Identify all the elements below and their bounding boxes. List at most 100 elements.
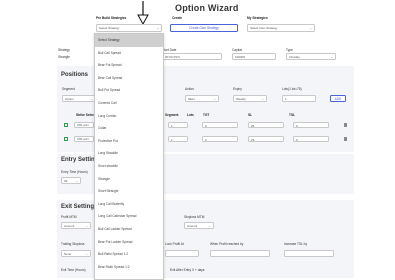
dropdown-option[interactable]: Bear Put Ladder Spread [95,236,163,249]
dropdown-option[interactable]: Bear Ratio Spread 1:2 [95,261,163,274]
dropdown-option[interactable]: Bull Call Spread [95,47,163,60]
lots-input[interactable]: 1 [282,95,316,102]
chevron-down-icon: ⌄ [156,25,159,30]
chevron-down-icon: ⌄ [85,251,88,256]
row2-tsl-input[interactable]: 0 [293,136,329,142]
entry-time-label: Entry Time (Hours) [61,170,88,174]
positions-heading: Positions [61,72,89,78]
row2-strike-select[interactable]: ATM point [74,136,94,142]
dropdown-option[interactable]: Covered Call [95,97,163,110]
page-title: Option Wizard [175,3,239,13]
start-date-input[interactable]: 00:00 (IST) [162,53,222,60]
profit-mtm-select[interactable]: Amount ⌄ [61,222,91,229]
exit-time-label: Exit Time (Hours) [61,268,86,272]
dropdown-option[interactable]: Protective Put [95,135,163,148]
stoploss-mtm-select[interactable]: Amount ⌄ [184,222,214,229]
chevron-down-icon: ⌄ [330,54,333,59]
lots-value: 1 [285,97,287,101]
type-value: Intraday [289,55,300,59]
dropdown-option[interactable]: Short straddle [95,160,163,173]
chevron-down-icon: ⌄ [309,25,312,30]
expiry-select[interactable]: Weekly ⌄ [233,95,267,102]
expiry-label: Expiry [233,87,242,91]
chevron-down-icon: ⌄ [90,96,93,101]
row1-delete-icon[interactable] [344,123,347,127]
my-strategies-select[interactable]: Select Own Strategy ⌄ [247,24,315,32]
stoploss-mtm-value: Amount [187,224,198,228]
row1-tsl-value: 0 [296,124,298,128]
row1-qty-input[interactable]: 1 [168,122,188,128]
chevron-down-icon: ⌄ [261,96,264,101]
trailing-stoploss-select[interactable]: None ⌄ [61,250,91,257]
lock-profit-label: Lock Profit At [165,242,184,246]
dropdown-option[interactable]: Select Strategy [95,34,163,47]
row2-checkbox[interactable] [64,137,68,141]
increase-tsl-label: Increase TSL by [284,242,308,246]
chevron-down-icon: ⌄ [85,223,88,228]
dropdown-option[interactable]: Long Call Butterfly [95,198,163,211]
row1-strike-select[interactable]: ATM point [74,122,94,128]
exit-heading: Exit Setting [61,204,95,210]
capital-input[interactable]: 100000 [232,53,276,60]
col-tgt: TGT [203,113,210,117]
chevron-down-icon: ⌄ [213,96,216,101]
row2-sl-input[interactable]: 25 [248,136,284,142]
capital-label: Capital [232,48,242,52]
strategy-label: Strategy [58,48,70,52]
col-tsl: TSL [289,113,296,117]
stoploss-mtm-label: Stoploss MTM [184,215,205,219]
dropdown-option[interactable]: Collar [95,122,163,135]
strategy-value: Strangle [58,55,70,59]
col-lots: Lots [187,113,194,117]
dropdown-option[interactable]: Bull Ratio Spread 1:2 [95,248,163,261]
dropdown-option[interactable]: Short Strangle [95,185,163,198]
row1-tsl-input[interactable]: 0 [293,122,329,128]
dropdown-option[interactable]: Strangle [95,173,163,186]
dropdown-option[interactable]: Bull Call Ladder Spread [95,223,163,236]
row2-delete-icon[interactable] [344,137,347,141]
row1-tgt-value: 0 [205,124,207,128]
row2-tsl-value: 0 [296,138,298,142]
increase-tsl-input[interactable] [284,250,334,257]
trailing-stoploss-label: Trailing Stoploss [61,242,85,246]
row2-qty-value: 1 [171,138,173,142]
row1-qty-value: 1 [171,124,173,128]
dropdown-option[interactable]: Long Straddle [95,147,163,160]
when-profit-input[interactable] [210,250,270,257]
dropdown-list: Select Strategy Bull Call Spread Bear Put … [95,34,163,273]
segment-label: Segment [62,87,75,91]
profit-mtm-value: Amount [64,224,75,228]
dropdown-option[interactable]: Long Call Calendar Spread [95,210,163,223]
row1-strike-value: ATM point [77,124,89,127]
lots-label: Lots(1 lot=75) [282,87,302,91]
dropdown-option[interactable]: Bear Call Spread [95,72,163,85]
row1-checkbox[interactable] [64,123,68,127]
dropdown-option[interactable]: Bull Put Spread [95,84,163,97]
create-own-strategy-button[interactable]: Create Own Strategy [170,24,238,32]
row1-sl-input[interactable]: 25 [248,122,284,128]
chevron-down-icon: ⌄ [75,178,78,183]
row2-strike-value: ATM point [77,138,89,141]
entry-time-select[interactable]: 09 ⌄ [61,177,81,184]
when-profit-label: When Profit reached by [210,242,244,246]
dropdown-option[interactable]: Bear Put Spread [95,59,163,72]
my-strategies-label: My Strategies [247,16,268,20]
chevron-down-icon: ⌄ [208,223,211,228]
prebuilt-strategies-dropdown: Select Strategy Bull Call Spread Bear Put … [94,33,164,280]
row2-tgt-value: 0 [205,138,207,142]
type-select[interactable]: Intraday ⌄ [286,53,336,60]
segment-select[interactable]: Option ⌄ [62,95,96,102]
action-select[interactable]: SELL ⌄ [185,95,219,102]
row2-tgt-input[interactable]: 0 [202,136,238,142]
row1-tgt-input[interactable]: 0 [202,122,238,128]
start-date-label: Start Date [162,48,177,52]
row2-qty-input[interactable]: 1 [168,136,188,142]
col-sl: SL [248,113,253,117]
add-button[interactable]: ADD [330,95,346,102]
prebuilt-strategies-select[interactable]: Select Strategy ⌄ [96,24,162,32]
exit-after-label: Exit After Entry X + days [170,268,205,272]
lock-profit-input[interactable] [165,250,199,257]
entry-heading: Entry Setting [61,157,99,163]
profit-mtm-label: Profit MTM [61,215,77,219]
dropdown-option[interactable]: Long Combo [95,110,163,123]
